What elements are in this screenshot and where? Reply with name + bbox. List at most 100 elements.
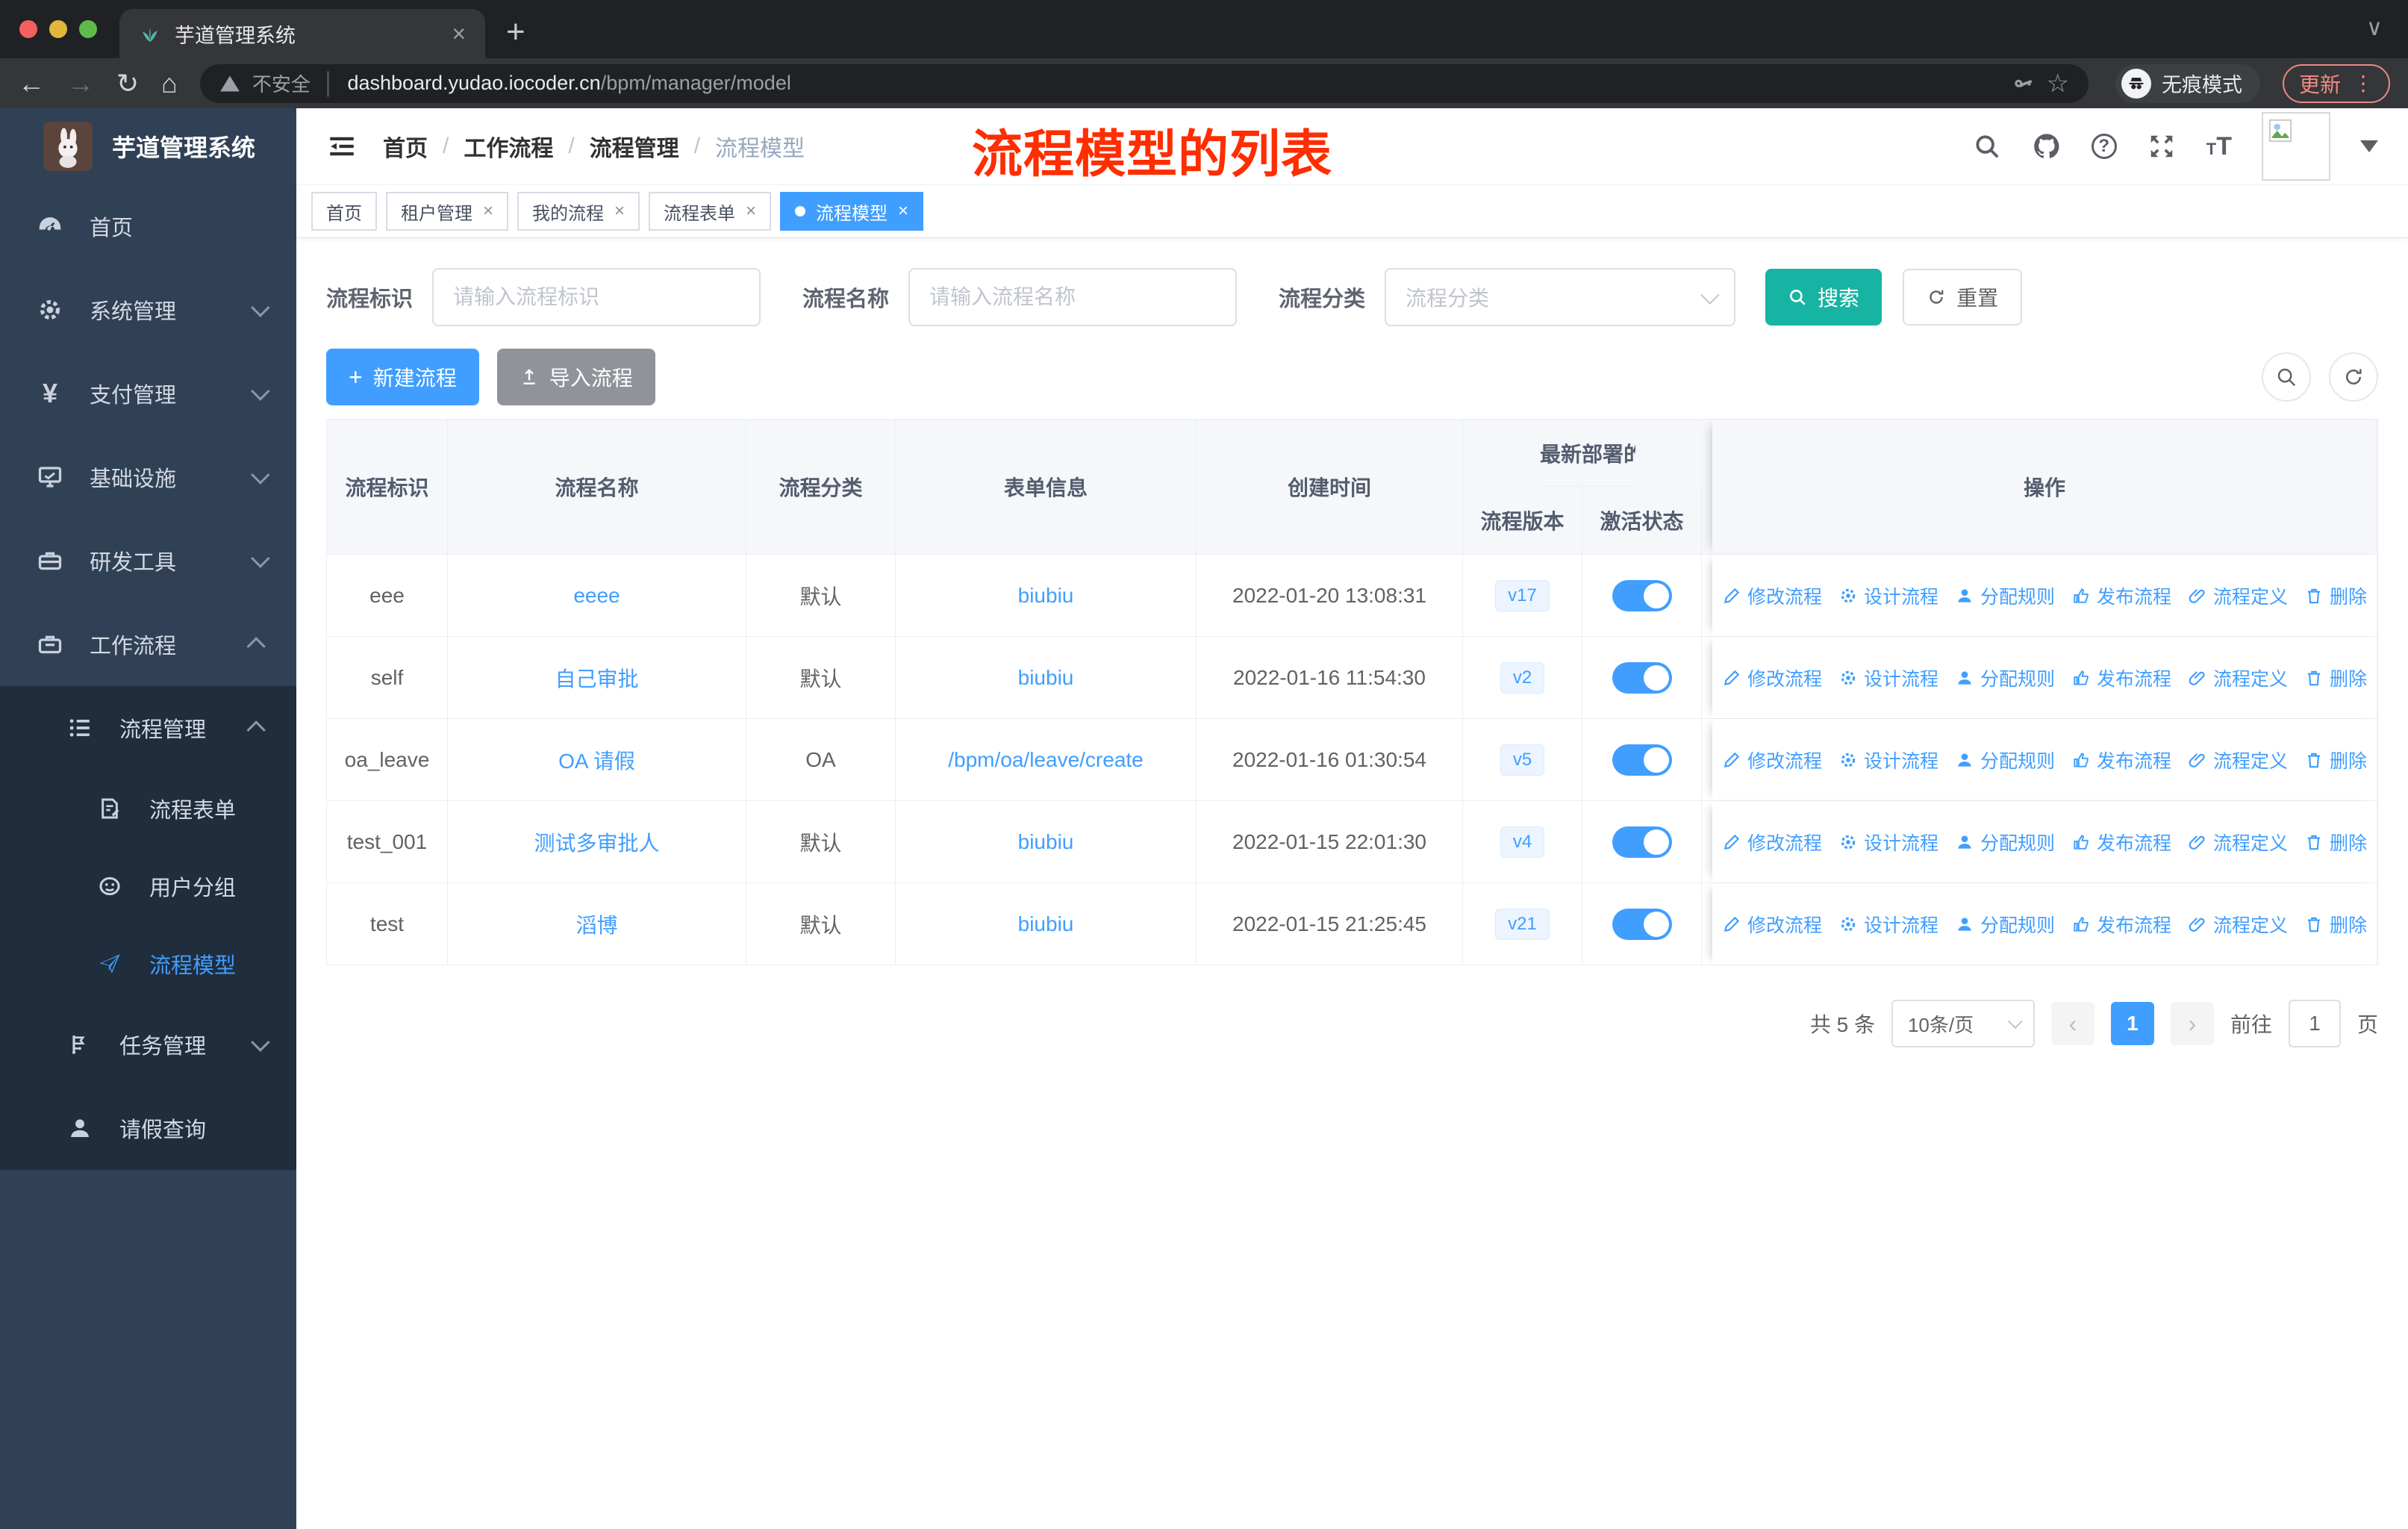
sidebar-item-user-group[interactable]: 用户分组 — [0, 847, 296, 925]
process-category-select[interactable]: 流程分类 — [1385, 268, 1736, 326]
delete-link[interactable]: 删除 — [2304, 664, 2367, 691]
page-size-select[interactable]: 10条/页 — [1891, 1000, 2035, 1047]
sidebar-collapse-icon[interactable] — [326, 131, 358, 162]
edit-process-link[interactable]: 修改流程 — [1722, 664, 1822, 691]
sidebar-item-process-form[interactable]: 流程表单 — [0, 770, 296, 847]
process-key-input[interactable] — [432, 268, 761, 326]
design-process-link[interactable]: 设计流程 — [1838, 664, 1938, 691]
publish-process-link[interactable]: 发布流程 — [2071, 911, 2171, 938]
delete-link[interactable]: 删除 — [2304, 829, 2367, 856]
active-toggle[interactable] — [1612, 826, 1672, 858]
form-link[interactable]: biubiu — [1018, 584, 1074, 608]
search-button[interactable]: 搜索 — [1765, 269, 1883, 326]
browser-menu-icon[interactable]: ⋮ — [2353, 71, 2374, 96]
assign-rule-link[interactable]: 分配规则 — [1955, 829, 2055, 856]
refresh-button[interactable] — [2329, 352, 2378, 402]
active-toggle[interactable] — [1612, 744, 1672, 776]
active-toggle[interactable] — [1612, 661, 1672, 694]
avatar[interactable] — [2262, 112, 2330, 181]
publish-process-link[interactable]: 发布流程 — [2071, 664, 2171, 691]
assign-rule-link[interactable]: 分配规则 — [1955, 582, 2055, 609]
tag-tenant[interactable]: 租户管理 × — [386, 192, 509, 231]
process-definition-link[interactable]: 流程定义 — [2188, 582, 2288, 609]
form-link[interactable]: biubiu — [1018, 912, 1074, 936]
sidebar-item-devtools[interactable]: 研发工具 — [0, 519, 296, 602]
window-chevron-icon[interactable]: ∨ — [2366, 15, 2383, 41]
sidebar-item-workflow[interactable]: 工作流程 — [0, 602, 296, 686]
design-process-link[interactable]: 设计流程 — [1838, 911, 1938, 938]
publish-process-link[interactable]: 发布流程 — [2071, 829, 2171, 856]
goto-page-input[interactable] — [2288, 1000, 2341, 1047]
form-link[interactable]: /bpm/oa/leave/create — [948, 748, 1144, 772]
close-window-button[interactable] — [19, 20, 37, 38]
design-process-link[interactable]: 设计流程 — [1838, 747, 1938, 773]
close-icon[interactable]: × — [746, 201, 756, 222]
edit-process-link[interactable]: 修改流程 — [1722, 582, 1822, 609]
close-icon[interactable]: × — [483, 201, 493, 222]
process-definition-link[interactable]: 流程定义 — [2188, 747, 2288, 773]
sidebar-item-task-mgmt[interactable]: 任务管理 — [0, 1003, 296, 1086]
sidebar-item-payment[interactable]: ¥ 支付管理 — [0, 352, 296, 435]
edit-process-link[interactable]: 修改流程 — [1722, 747, 1822, 773]
process-name-link[interactable]: 自己审批 — [555, 663, 638, 693]
process-name-input[interactable] — [908, 268, 1238, 326]
tag-process-model[interactable]: 流程模型 × — [780, 192, 924, 231]
process-name-link[interactable]: 滔博 — [576, 909, 617, 939]
next-page-button[interactable]: › — [2170, 1002, 2214, 1045]
design-process-link[interactable]: 设计流程 — [1838, 582, 1938, 609]
sidebar-item-process-model[interactable]: 流程模型 — [0, 925, 296, 1003]
sidebar-item-process-mgmt[interactable]: 流程管理 — [0, 686, 296, 770]
assign-rule-link[interactable]: 分配规则 — [1955, 747, 2055, 773]
sidebar-item-home[interactable]: 首页 — [0, 184, 296, 268]
edit-process-link[interactable]: 修改流程 — [1722, 829, 1822, 856]
import-process-button[interactable]: 导入流程 — [496, 349, 655, 405]
process-definition-link[interactable]: 流程定义 — [2188, 829, 2288, 856]
prev-page-button[interactable]: ‹ — [2050, 1002, 2094, 1045]
search-icon[interactable] — [1972, 131, 2002, 161]
github-icon[interactable] — [2032, 131, 2062, 161]
form-link[interactable]: biubiu — [1018, 830, 1074, 854]
delete-link[interactable]: 删除 — [2304, 747, 2367, 773]
address-bar[interactable]: 不安全 │ dashboard.yudao.iocoder.cn/bpm/man… — [199, 63, 2089, 103]
publish-process-link[interactable]: 发布流程 — [2071, 747, 2171, 773]
page-number-button[interactable]: 1 — [2110, 1002, 2154, 1045]
assign-rule-link[interactable]: 分配规则 — [1955, 911, 2055, 938]
close-icon[interactable]: × — [614, 201, 625, 222]
help-icon[interactable]: ? — [2091, 134, 2117, 159]
show-search-button[interactable] — [2262, 352, 2311, 402]
publish-process-link[interactable]: 发布流程 — [2071, 582, 2171, 609]
assign-rule-link[interactable]: 分配规则 — [1955, 664, 2055, 691]
font-size-icon[interactable]: TT — [2206, 132, 2232, 161]
reset-button[interactable]: 重置 — [1903, 269, 2023, 326]
process-name-link[interactable]: OA 请假 — [558, 745, 635, 775]
sidebar-item-leave-query[interactable]: 请假查询 — [0, 1086, 296, 1170]
tag-my-process[interactable]: 我的流程 × — [517, 192, 640, 231]
fullscreen-icon[interactable] — [2147, 131, 2177, 161]
sidebar-item-system[interactable]: 系统管理 — [0, 268, 296, 352]
breadcrumb-workflow[interactable]: 工作流程 — [464, 130, 553, 163]
tag-process-form[interactable]: 流程表单 × — [649, 192, 772, 231]
breadcrumb-home[interactable]: 首页 — [383, 130, 428, 163]
update-chip[interactable]: 更新 ⋮ — [2282, 63, 2390, 103]
tab-close-icon[interactable]: × — [452, 22, 466, 46]
edit-process-link[interactable]: 修改流程 — [1722, 911, 1822, 938]
sidebar-item-infra[interactable]: 基础设施 — [0, 435, 296, 519]
back-icon[interactable]: ← — [18, 68, 45, 99]
bookmark-star-icon[interactable]: ☆ — [2047, 69, 2069, 99]
process-name-link[interactable]: 测试多审批人 — [534, 827, 659, 857]
process-definition-link[interactable]: 流程定义 — [2188, 664, 2288, 691]
key-icon[interactable] — [2012, 72, 2035, 95]
security-label[interactable]: 不安全 — [252, 69, 311, 97]
close-icon[interactable]: × — [898, 201, 908, 222]
form-link[interactable]: biubiu — [1018, 666, 1074, 690]
design-process-link[interactable]: 设计流程 — [1838, 829, 1938, 856]
browser-tab[interactable]: 芋道管理系统 × — [119, 9, 485, 58]
breadcrumb-process-mgmt[interactable]: 流程管理 — [590, 130, 679, 163]
delete-link[interactable]: 删除 — [2304, 911, 2367, 938]
minimize-window-button[interactable] — [49, 20, 67, 38]
create-process-button[interactable]: + 新建流程 — [326, 349, 479, 405]
active-toggle[interactable] — [1612, 908, 1672, 940]
forward-icon[interactable]: → — [67, 68, 94, 99]
new-tab-button[interactable]: + — [506, 13, 525, 51]
process-definition-link[interactable]: 流程定义 — [2188, 911, 2288, 938]
